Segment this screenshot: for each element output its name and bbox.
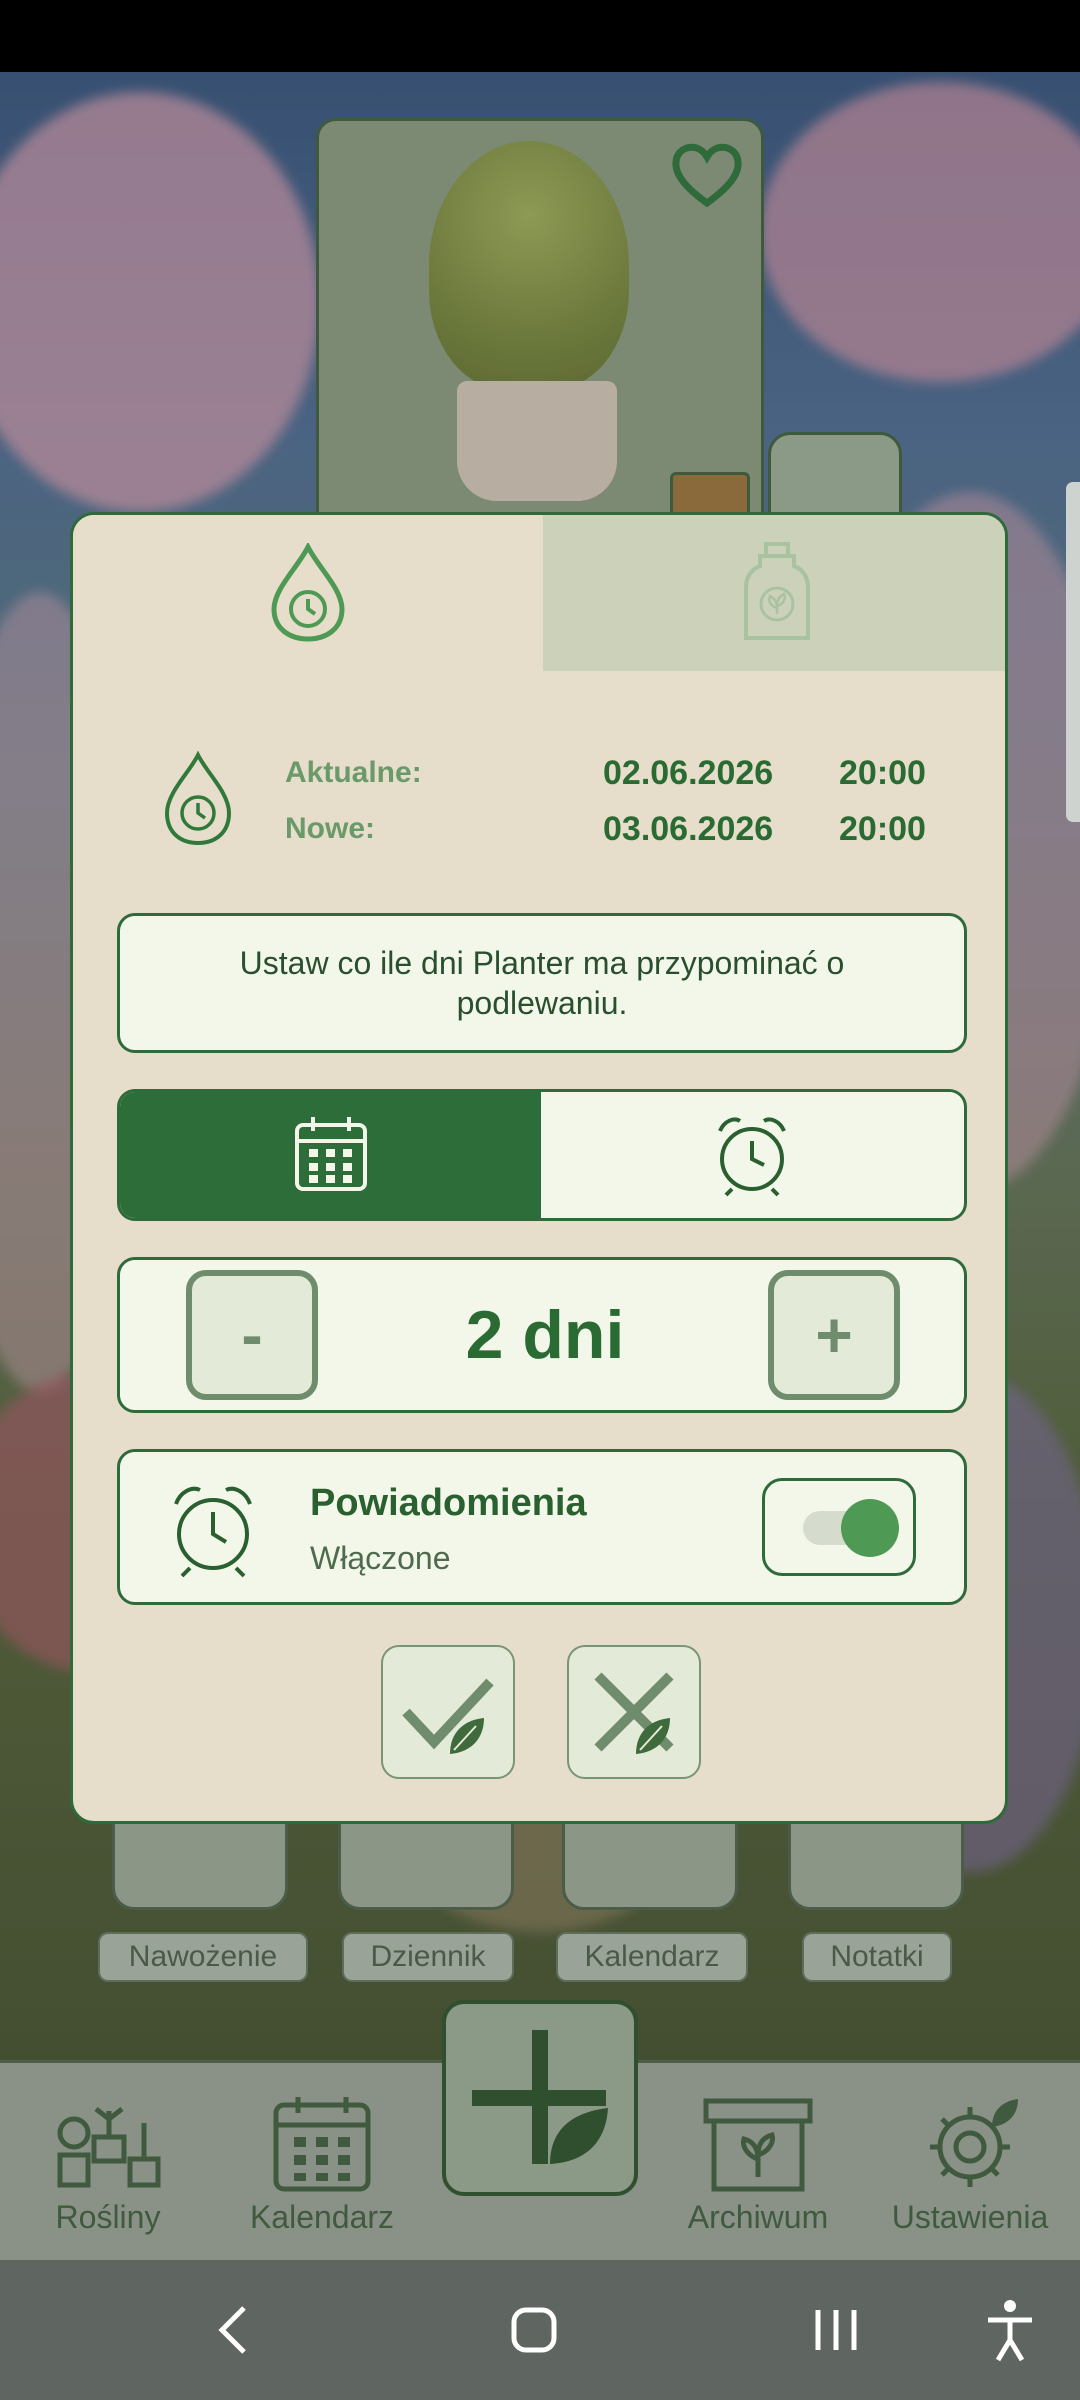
plant-image — [429, 141, 629, 391]
plus-leaf-icon — [472, 2030, 608, 2164]
mode-calendar[interactable] — [120, 1092, 541, 1218]
nav-item-plants[interactable]: Rośliny — [18, 2093, 198, 2253]
alarm-clock-icon — [717, 1117, 786, 1197]
add-plant-button[interactable] — [442, 2000, 638, 2196]
nav-label-settings: Ustawienia — [891, 2199, 1049, 2235]
gear-icon — [930, 2099, 1018, 2187]
nav-item-settings[interactable]: Ustawienia — [880, 2093, 1060, 2253]
interval-mode-selector — [117, 1089, 967, 1221]
fertilizer-bottle-icon — [744, 542, 810, 640]
confirm-button[interactable] — [381, 1645, 515, 1779]
interval-stepper: - 2 dni + — [117, 1257, 967, 1413]
new-label: Nowe: — [285, 812, 375, 845]
increment-button[interactable]: + — [768, 1270, 900, 1400]
scroll-handle[interactable] — [1066, 482, 1080, 822]
back-icon[interactable] — [194, 2290, 274, 2370]
calendar-icon — [273, 2097, 371, 2192]
tile-label-fertilizing[interactable]: Nawożenie — [98, 1932, 308, 1982]
current-date-row: Aktualne: 02.06.2026 20:00 — [285, 745, 965, 801]
nav-item-archive[interactable]: Archiwum — [668, 2093, 848, 2253]
heart-icon[interactable] — [667, 135, 747, 215]
reminder-dates: Aktualne: 02.06.2026 20:00 Nowe: 03.06.2… — [73, 745, 1005, 865]
watering-reminder-dialog: Aktualne: 02.06.2026 20:00 Nowe: 03.06.2… — [70, 512, 1008, 1824]
tile-calendar[interactable] — [562, 1810, 738, 1910]
nav-label-archive: Archiwum — [687, 2199, 829, 2235]
cross-leaf-icon — [594, 1672, 674, 1754]
notifications-row: Powiadomienia Włączone — [117, 1449, 967, 1605]
interval-value: 2 dni — [465, 1297, 625, 1373]
status-bar — [0, 0, 1080, 72]
current-label: Aktualne: — [285, 756, 422, 789]
new-date: 03.06.2026 — [603, 809, 774, 848]
tile-journal[interactable] — [338, 1810, 514, 1910]
check-leaf-icon — [402, 1678, 494, 1754]
decrement-button[interactable]: - — [186, 1270, 318, 1400]
tile-label-calendar[interactable]: Kalendarz — [556, 1932, 748, 1982]
tile-label-journal[interactable]: Dziennik — [342, 1932, 514, 1982]
current-date: 02.06.2026 — [603, 753, 774, 792]
new-time: 20:00 — [839, 809, 926, 848]
water-drop-alarm-icon — [271, 543, 345, 642]
nav-label-calendar: Kalendarz — [249, 2199, 395, 2235]
archive-icon — [703, 2098, 813, 2192]
alarm-clock-icon — [174, 1486, 252, 1578]
plants-icon — [57, 2107, 161, 2188]
notifications-toggle[interactable] — [762, 1478, 916, 1576]
tab-watering[interactable] — [73, 515, 543, 671]
accessibility-icon[interactable] — [970, 2290, 1050, 2370]
tile-notes[interactable] — [788, 1810, 964, 1910]
current-time: 20:00 — [839, 753, 926, 792]
system-navigation-bar — [0, 2260, 1080, 2400]
notifications-title: Powiadomienia — [310, 1482, 587, 1524]
notifications-status: Włączone — [310, 1540, 451, 1576]
info-text: Ustaw co ile dni Planter ma przypominać … — [117, 913, 967, 1053]
calendar-icon — [294, 1117, 367, 1191]
cancel-button[interactable] — [567, 1645, 701, 1779]
water-drop-alarm-icon — [164, 751, 232, 846]
plant-pot — [457, 381, 617, 501]
tile-fertilizing[interactable] — [112, 1810, 288, 1910]
new-date-row: Nowe: 03.06.2026 20:00 — [285, 801, 965, 857]
mode-alarm[interactable] — [541, 1092, 962, 1218]
recents-icon[interactable] — [796, 2290, 876, 2370]
tile-label-notes[interactable]: Notatki — [802, 1932, 952, 1982]
nav-label-plants: Rośliny — [55, 2199, 161, 2235]
nav-item-calendar[interactable]: Kalendarz — [232, 2093, 412, 2253]
toggle-knob — [841, 1499, 899, 1557]
home-icon[interactable] — [494, 2290, 574, 2370]
tab-fertilizing[interactable] — [543, 515, 1005, 671]
